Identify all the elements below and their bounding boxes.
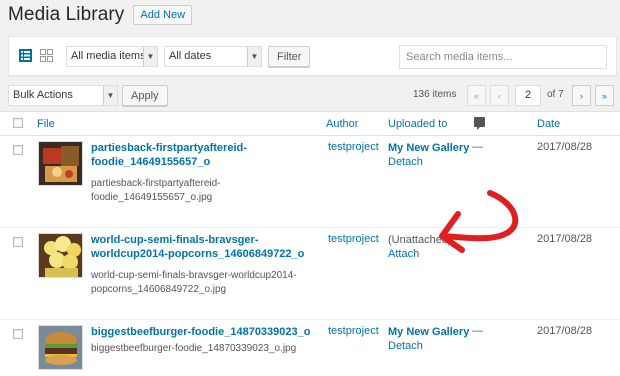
unattached-label: (Unattached) (388, 234, 452, 246)
detach-link[interactable]: Detach (388, 155, 469, 169)
thumbnail-burger[interactable] (38, 325, 83, 370)
comment-bubble-icon (474, 117, 485, 130)
comment-count: — (472, 325, 483, 337)
thumbnail-popcorn[interactable] (38, 233, 83, 278)
media-title-link[interactable]: world-cup-semi-finals-bravsger-worldcup2… (91, 233, 316, 261)
apply-button[interactable]: Apply (122, 85, 168, 106)
date-value: 2017/08/28 (537, 325, 593, 337)
bulk-actions-select[interactable]: Bulk Actions ▼ (8, 85, 118, 106)
date-select[interactable]: All dates ▼ (164, 46, 262, 67)
table-row: world-cup-semi-finals-bravsger-worldcup2… (0, 228, 620, 320)
comment-count: — (472, 141, 483, 153)
media-title-link[interactable]: partiesback-firstpartyaftereid-foodie_14… (91, 141, 316, 169)
gallery-link[interactable]: My New Gallery (388, 141, 469, 155)
row-checkbox[interactable] (13, 329, 23, 339)
bulk-actions-value: Bulk Actions (13, 89, 73, 101)
chevron-down-icon: ▼ (247, 47, 261, 66)
current-page-input[interactable]: 2 (515, 85, 541, 106)
list-view-icon[interactable] (19, 49, 32, 62)
column-uploaded-to[interactable]: Uploaded to (388, 118, 447, 130)
media-table: File Author Uploaded to Date partiesback… (0, 111, 620, 376)
author-link[interactable]: testproject (328, 325, 379, 337)
grid-view-icon[interactable] (40, 49, 53, 62)
row-checkbox[interactable] (13, 237, 23, 247)
column-date[interactable]: Date (537, 118, 560, 130)
row-checkbox[interactable] (13, 145, 23, 155)
filter-button[interactable]: Filter (268, 46, 311, 67)
media-filter-bar: All media items ▼ All dates ▼ Filter (8, 36, 617, 76)
date-value: All dates (169, 50, 212, 62)
media-filename: partiesback-firstpartyaftereid-foodie_14… (91, 178, 221, 203)
table-row: biggestbeefburger-foodie_14870339023_o b… (0, 320, 620, 376)
column-file[interactable]: File (37, 118, 55, 130)
chevron-down-icon: ▼ (143, 47, 157, 66)
date-value: 2017/08/28 (537, 141, 593, 153)
detach-link[interactable]: Detach (388, 339, 469, 353)
media-title-link[interactable]: biggestbeefburger-foodie_14870339023_o (91, 325, 316, 339)
thumbnail-party-food[interactable] (38, 141, 83, 186)
media-filename: biggestbeefburger-foodie_14870339023_o.j… (91, 343, 297, 354)
media-type-select[interactable]: All media items ▼ (66, 46, 158, 67)
item-count: 136 items (413, 89, 457, 100)
media-type-value: All media items (71, 50, 146, 62)
next-page-button[interactable]: › (572, 85, 591, 106)
prev-page-button[interactable]: ‹ (490, 85, 509, 106)
page-header: Media Library Add New (8, 3, 193, 27)
author-link[interactable]: testproject (328, 233, 379, 245)
table-row: partiesback-firstpartyaftereid-foodie_14… (0, 136, 620, 228)
attach-link[interactable]: Attach (388, 247, 452, 261)
last-page-button[interactable]: » (595, 85, 614, 106)
author-link[interactable]: testproject (328, 141, 379, 153)
uploaded-to-cell: (Unattached) Attach (388, 233, 452, 261)
total-pages: of 7 (547, 89, 564, 100)
first-page-button[interactable]: « (467, 85, 486, 106)
select-all-checkbox[interactable] (13, 118, 23, 128)
uploaded-to-cell: My New Gallery Detach (388, 325, 469, 353)
search-input[interactable] (399, 45, 607, 69)
add-new-button[interactable]: Add New (133, 5, 193, 25)
table-header: File Author Uploaded to Date (0, 112, 620, 136)
date-value: 2017/08/28 (537, 233, 593, 245)
uploaded-to-cell: My New Gallery Detach (388, 141, 469, 169)
column-author[interactable]: Author (326, 118, 358, 130)
page-title: Media Library (8, 4, 125, 25)
media-filename: world-cup-semi-finals-bravsger-worldcup2… (91, 270, 297, 295)
chevron-down-icon: ▼ (103, 86, 117, 105)
gallery-link[interactable]: My New Gallery (388, 325, 469, 339)
